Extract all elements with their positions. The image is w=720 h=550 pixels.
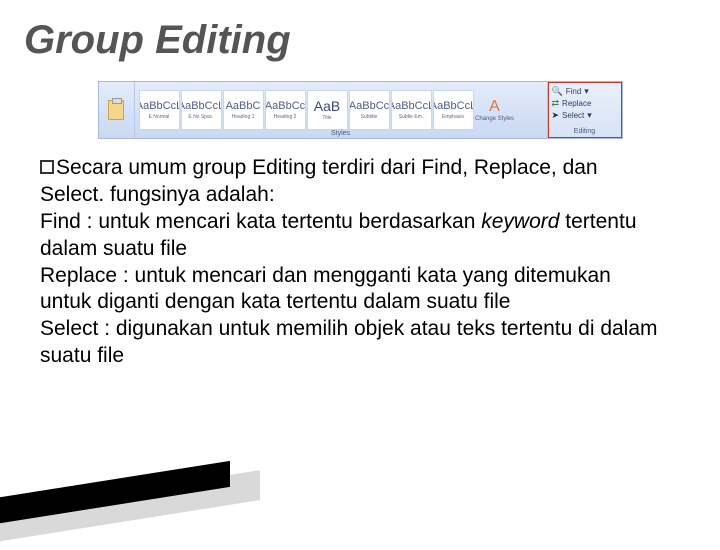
find-button: 🔍 Find ▾ xyxy=(552,85,618,97)
find-desc-a: Find : untuk mencari kata tertentu berda… xyxy=(40,210,481,233)
style-normal: AaBbCcLE Normal xyxy=(139,90,180,130)
body-paragraph: Secara umum group Editing terdiri dari F… xyxy=(0,151,720,370)
replace-label: Replace xyxy=(562,99,591,108)
keyword-italic: keyword xyxy=(481,210,559,233)
page-title: Group Editing xyxy=(0,0,720,73)
bullet-checkbox-icon xyxy=(40,160,54,174)
replace-desc: Replace : untuk mencari dan mengganti ka… xyxy=(40,264,611,314)
replace-button: ⇄ Replace xyxy=(552,97,618,109)
corner-decoration xyxy=(0,460,270,550)
select-desc: Select : digunakan untuk memilih objek a… xyxy=(40,317,658,367)
style-title: AaBTitle xyxy=(307,90,348,130)
styles-caption: Styles xyxy=(331,130,350,137)
cursor-icon: ➤ xyxy=(552,111,560,120)
replace-icon: ⇄ xyxy=(552,99,560,108)
chevron-down-icon: ▾ xyxy=(584,87,589,96)
binoculars-icon: 🔍 xyxy=(552,87,563,96)
styles-group: AaBbCcLE Normal AaBbCcLE No Spac. AaBbCH… xyxy=(135,82,548,138)
intro-text: Secara umum group Editing terdiri dari F… xyxy=(40,156,598,206)
select-button: ➤ Select ▾ xyxy=(552,109,618,121)
style-subtleem: AaBbCcLSubtle Em. xyxy=(391,90,432,130)
chevron-down-icon: ▾ xyxy=(587,111,592,120)
style-emphasis: AaBbCcLEmphasis xyxy=(433,90,474,130)
style-heading2: AaBbCcHeading 2 xyxy=(265,90,306,130)
paste-group xyxy=(99,82,135,138)
change-styles-icon: A xyxy=(489,98,500,116)
editing-caption: Editing xyxy=(552,128,618,135)
change-styles-button: A Change Styles xyxy=(475,98,515,122)
style-nospacing: AaBbCcLE No Spac. xyxy=(181,90,222,130)
ribbon-screenshot: AaBbCcLE Normal AaBbCcLE No Spac. AaBbCH… xyxy=(98,81,623,139)
clipboard-icon xyxy=(108,100,124,120)
style-subtitle: AaBbCcSubtitle xyxy=(349,90,390,130)
select-label: Select xyxy=(562,111,584,120)
find-label: Find xyxy=(566,87,582,96)
editing-group: 🔍 Find ▾ ⇄ Replace ➤ Select ▾ Editing xyxy=(548,82,622,138)
style-heading1: AaBbCHeading 1 xyxy=(223,90,264,130)
